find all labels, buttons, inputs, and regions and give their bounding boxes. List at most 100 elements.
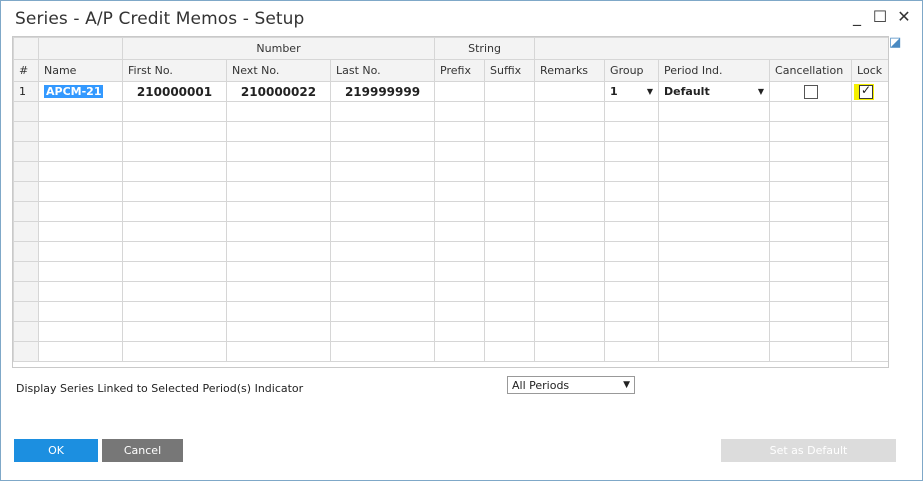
empty-cell[interactable]: [226, 281, 331, 302]
empty-cell[interactable]: [604, 101, 660, 122]
empty-table-row[interactable]: [13, 241, 888, 262]
empty-cell[interactable]: [226, 161, 331, 182]
empty-cell[interactable]: [658, 101, 771, 122]
next-no-cell[interactable]: 210000022: [226, 81, 331, 102]
empty-cell[interactable]: [658, 161, 771, 182]
group-cell[interactable]: 1 ▼: [604, 81, 660, 102]
empty-cell[interactable]: [434, 121, 486, 142]
empty-cell[interactable]: [122, 321, 227, 342]
empty-cell[interactable]: [434, 221, 486, 242]
empty-cell[interactable]: [851, 121, 888, 142]
empty-cell[interactable]: [769, 181, 853, 202]
prefix-cell[interactable]: [434, 81, 486, 102]
empty-cell[interactable]: [604, 241, 660, 262]
table-row[interactable]: 1 APCM-21 210000001 210000022 219999999 …: [13, 81, 888, 102]
empty-cell[interactable]: [769, 161, 853, 182]
empty-cell[interactable]: [851, 261, 888, 282]
cancel-button[interactable]: Cancel: [102, 439, 183, 462]
empty-cell[interactable]: [329, 341, 436, 362]
expand-arrow-icon[interactable]: ◪: [889, 36, 903, 49]
empty-cell[interactable]: [38, 101, 123, 122]
empty-cell[interactable]: [434, 141, 486, 162]
empty-cell[interactable]: [122, 281, 227, 302]
empty-cell[interactable]: [329, 301, 436, 322]
empty-cell[interactable]: [534, 341, 606, 362]
empty-cell[interactable]: [226, 201, 331, 222]
col-header-suffix[interactable]: Suffix: [484, 59, 536, 82]
group-dropdown[interactable]: 1 ▼: [610, 85, 653, 98]
empty-cell[interactable]: [329, 101, 436, 122]
empty-cell[interactable]: [769, 281, 853, 302]
empty-cell[interactable]: [38, 121, 123, 142]
empty-cell[interactable]: [484, 301, 536, 322]
empty-cell[interactable]: [658, 301, 771, 322]
col-header-next-no[interactable]: Next No.: [226, 59, 331, 82]
empty-cell[interactable]: [226, 321, 331, 342]
empty-cell[interactable]: [434, 101, 486, 122]
empty-cell[interactable]: [38, 221, 123, 242]
empty-cell[interactable]: [484, 181, 536, 202]
empty-cell[interactable]: [851, 101, 888, 122]
empty-cell[interactable]: [851, 201, 888, 222]
suffix-cell[interactable]: [484, 81, 536, 102]
empty-cell[interactable]: [122, 261, 227, 282]
empty-table-row[interactable]: [13, 301, 888, 322]
empty-cell[interactable]: [329, 161, 436, 182]
empty-table-row[interactable]: [13, 181, 888, 202]
empty-cell[interactable]: [769, 141, 853, 162]
col-header-group[interactable]: Group: [604, 59, 660, 82]
empty-cell[interactable]: [329, 201, 436, 222]
empty-cell[interactable]: [769, 121, 853, 142]
empty-cell[interactable]: [38, 241, 123, 262]
empty-cell[interactable]: [534, 241, 606, 262]
empty-cell[interactable]: [604, 221, 660, 242]
col-header-row-num[interactable]: #: [13, 59, 39, 82]
empty-cell[interactable]: [122, 301, 227, 322]
dropdown-arrow-icon[interactable]: ▼: [758, 87, 764, 96]
empty-table-row[interactable]: [13, 101, 888, 122]
empty-cell[interactable]: [769, 321, 853, 342]
empty-cell[interactable]: [38, 341, 123, 362]
empty-cell[interactable]: [484, 141, 536, 162]
empty-cell[interactable]: [434, 201, 486, 222]
name-cell[interactable]: APCM-21: [38, 81, 123, 102]
col-header-first-no[interactable]: First No.: [122, 59, 227, 82]
empty-cell[interactable]: [851, 281, 888, 302]
empty-cell[interactable]: [658, 261, 771, 282]
empty-cell[interactable]: [769, 341, 853, 362]
last-no-cell[interactable]: 219999999: [329, 81, 436, 102]
empty-cell[interactable]: [484, 121, 536, 142]
col-header-last-no[interactable]: Last No.: [329, 59, 436, 82]
empty-cell[interactable]: [851, 221, 888, 242]
empty-cell[interactable]: [38, 301, 123, 322]
empty-cell[interactable]: [604, 261, 660, 282]
empty-cell[interactable]: [604, 161, 660, 182]
dropdown-arrow-icon[interactable]: ▼: [647, 87, 653, 96]
empty-cell[interactable]: [769, 221, 853, 242]
empty-cell[interactable]: [226, 261, 331, 282]
empty-cell[interactable]: [38, 141, 123, 162]
empty-cell[interactable]: [329, 241, 436, 262]
empty-cell[interactable]: [769, 201, 853, 222]
empty-cell[interactable]: [434, 261, 486, 282]
empty-cell[interactable]: [769, 301, 853, 322]
empty-cell[interactable]: [329, 281, 436, 302]
col-header-name[interactable]: Name: [38, 59, 123, 82]
empty-cell[interactable]: [534, 201, 606, 222]
empty-cell[interactable]: [434, 341, 486, 362]
empty-cell[interactable]: [484, 341, 536, 362]
empty-cell[interactable]: [658, 321, 771, 342]
empty-cell[interactable]: [434, 241, 486, 262]
empty-cell[interactable]: [434, 321, 486, 342]
period-ind-cell[interactable]: Default ▼: [658, 81, 771, 102]
col-header-prefix[interactable]: Prefix: [434, 59, 486, 82]
empty-cell[interactable]: [658, 241, 771, 262]
empty-cell[interactable]: [38, 201, 123, 222]
empty-table-row[interactable]: [13, 201, 888, 222]
cancellation-checkbox[interactable]: [803, 84, 818, 99]
empty-cell[interactable]: [604, 341, 660, 362]
empty-table-row[interactable]: [13, 161, 888, 182]
cancellation-cell[interactable]: [769, 81, 853, 102]
empty-cell[interactable]: [484, 101, 536, 122]
empty-table-row[interactable]: [13, 281, 888, 302]
